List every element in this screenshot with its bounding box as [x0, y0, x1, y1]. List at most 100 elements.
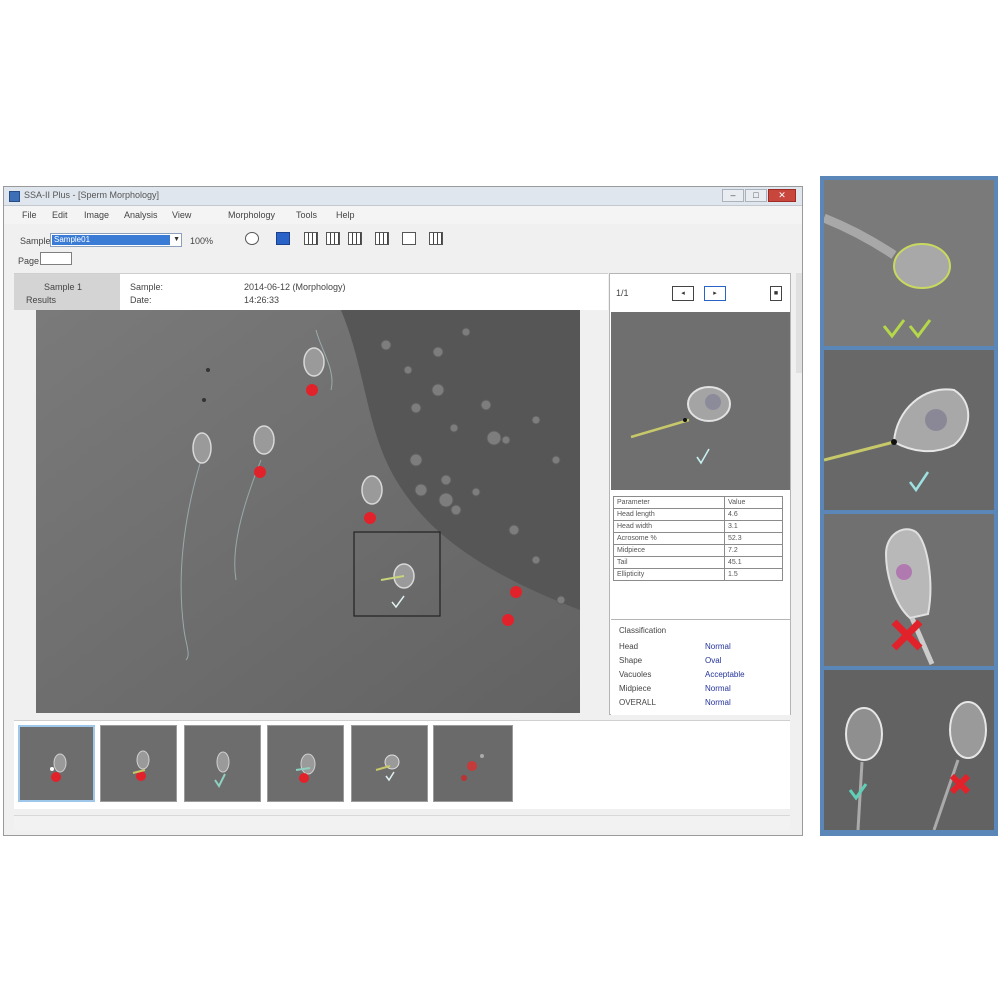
zoom-level: 100% — [190, 236, 214, 246]
sample-dropdown[interactable]: Sample01 ▼ — [50, 233, 182, 247]
table-cell: 7.2 — [724, 544, 783, 557]
info-value: 2014-06-12 (Morphology) — [244, 282, 346, 292]
table-row: Ellipticity 1.5 — [613, 568, 783, 581]
menu-tools[interactable]: Tools — [296, 210, 317, 220]
table-cell: 45.1 — [724, 556, 783, 569]
menu-bar: File Edit Image Analysis View Morphology… — [4, 206, 802, 224]
split-view-icon[interactable] — [375, 232, 389, 245]
result-value: Normal — [705, 684, 731, 693]
cell-preview-image — [611, 312, 790, 490]
detail-index: 1/1 — [616, 288, 629, 298]
result-value: Normal — [705, 698, 731, 707]
table-cell: Value — [724, 496, 783, 509]
example-tile-comparison — [824, 670, 994, 830]
filmstrip-icon[interactable] — [429, 232, 443, 245]
info-tree: Sample 1 Results — [14, 274, 120, 310]
info-key: Date: — [130, 295, 152, 305]
thumbnail-graphic — [101, 726, 176, 801]
expand-icon[interactable]: ■ — [770, 286, 782, 301]
table-cell: Acrosome % — [613, 532, 725, 545]
table-cell: Tail — [613, 556, 725, 569]
page-input[interactable] — [40, 252, 72, 265]
save-icon[interactable] — [276, 232, 290, 245]
table-cell: Midpiece — [613, 544, 725, 557]
menu-file[interactable]: File — [22, 210, 37, 220]
result-key: OVERALL — [619, 698, 656, 707]
table-row: Tail 45.1 — [613, 556, 783, 569]
menu-view[interactable]: View — [172, 210, 191, 220]
close-button[interactable]: ✕ — [768, 189, 796, 202]
next-cell-button[interactable]: ▸ — [704, 286, 726, 301]
menu-morphology[interactable]: Morphology — [228, 210, 275, 220]
vertical-scrollbar[interactable] — [796, 273, 802, 373]
result-row: Head Normal — [619, 642, 731, 651]
sample-label: Sample — [20, 236, 51, 246]
table-row: Parameter Value — [613, 496, 783, 509]
example-tile-vacuole — [824, 350, 994, 510]
status-bar — [14, 815, 790, 830]
minimize-button[interactable]: – — [722, 189, 744, 202]
microscope-image[interactable] — [36, 310, 580, 713]
example-tile-normal — [824, 180, 994, 346]
result-key: Vacuoles — [619, 670, 652, 679]
vacuole-head-graphic — [824, 350, 994, 510]
thumbnail[interactable] — [100, 725, 177, 802]
grid-view-icon[interactable] — [304, 232, 318, 245]
table-row: Acrosome % 52.3 — [613, 532, 783, 545]
thumbnail[interactable] — [351, 725, 428, 802]
measurement-table: Parameter Value Head length 4.6 Head width… — [613, 496, 783, 581]
table-cell: 52.3 — [724, 532, 783, 545]
comparison-heads-graphic — [824, 670, 994, 830]
thumbnail-graphic — [434, 726, 512, 801]
single-view-icon[interactable] — [402, 232, 416, 245]
page-label: Page — [18, 256, 40, 266]
table-cell: Parameter — [613, 496, 725, 509]
menu-help[interactable]: Help — [336, 210, 355, 220]
columns-view-icon[interactable] — [326, 232, 340, 245]
tree-item-results[interactable]: Results — [26, 295, 56, 305]
thumbnail[interactable] — [18, 725, 95, 802]
example-tile-abnormal — [824, 514, 994, 666]
thumbnail[interactable] — [433, 725, 513, 802]
info-strip: Sample 1 Results Sample: Date: 2014-06-1… — [14, 273, 608, 310]
detail-panel-header: 1/1 ◂ ▸ ■ — [610, 274, 790, 311]
sample-dropdown-value: Sample01 — [52, 235, 170, 245]
table-cell: 3.1 — [724, 520, 783, 533]
sperm-closeup-graphic — [611, 312, 790, 490]
menu-image[interactable]: Image — [84, 210, 109, 220]
maximize-button[interactable]: □ — [745, 189, 767, 202]
thumbnail-strip — [14, 720, 790, 809]
zoom-icon[interactable] — [245, 232, 259, 245]
prev-cell-button[interactable]: ◂ — [672, 286, 694, 301]
result-value: Oval — [705, 656, 722, 665]
result-key: Shape — [619, 656, 643, 665]
chevron-down-icon[interactable]: ▼ — [173, 236, 180, 243]
title-bar: SSA-II Plus - [Sperm Morphology] – □ ✕ — [4, 187, 802, 206]
table-row: Midpiece 7.2 — [613, 544, 783, 557]
table-cell: Ellipticity — [613, 568, 725, 581]
menu-analysis[interactable]: Analysis — [124, 210, 158, 220]
table-cell: Head width — [613, 520, 725, 533]
app-icon — [9, 191, 20, 202]
info-key: Sample: — [130, 282, 164, 292]
result-row: Midpiece Normal — [619, 684, 731, 693]
classification-title: Classification — [619, 626, 667, 635]
example-gallery — [820, 176, 998, 836]
tree-item-sample[interactable]: Sample 1 — [44, 282, 82, 292]
classification-panel: Classification Head Normal Shape Oval Vacu… — [611, 619, 790, 715]
table-cell: 1.5 — [724, 568, 783, 581]
result-value: Normal — [705, 642, 731, 651]
result-key: Head — [619, 642, 639, 651]
result-key: Midpiece — [619, 684, 652, 693]
thumbnail[interactable] — [184, 725, 261, 802]
info-value: 14:26:33 — [244, 295, 280, 305]
menu-edit[interactable]: Edit — [52, 210, 68, 220]
rows-view-icon[interactable] — [348, 232, 362, 245]
table-cell: Head length — [613, 508, 725, 521]
thumbnail[interactable] — [267, 725, 344, 802]
table-cell: 4.6 — [724, 508, 783, 521]
table-row: Head length 4.6 — [613, 508, 783, 521]
normal-head-graphic — [824, 180, 994, 346]
result-value: Acceptable — [705, 670, 745, 679]
table-row: Head width 3.1 — [613, 520, 783, 533]
